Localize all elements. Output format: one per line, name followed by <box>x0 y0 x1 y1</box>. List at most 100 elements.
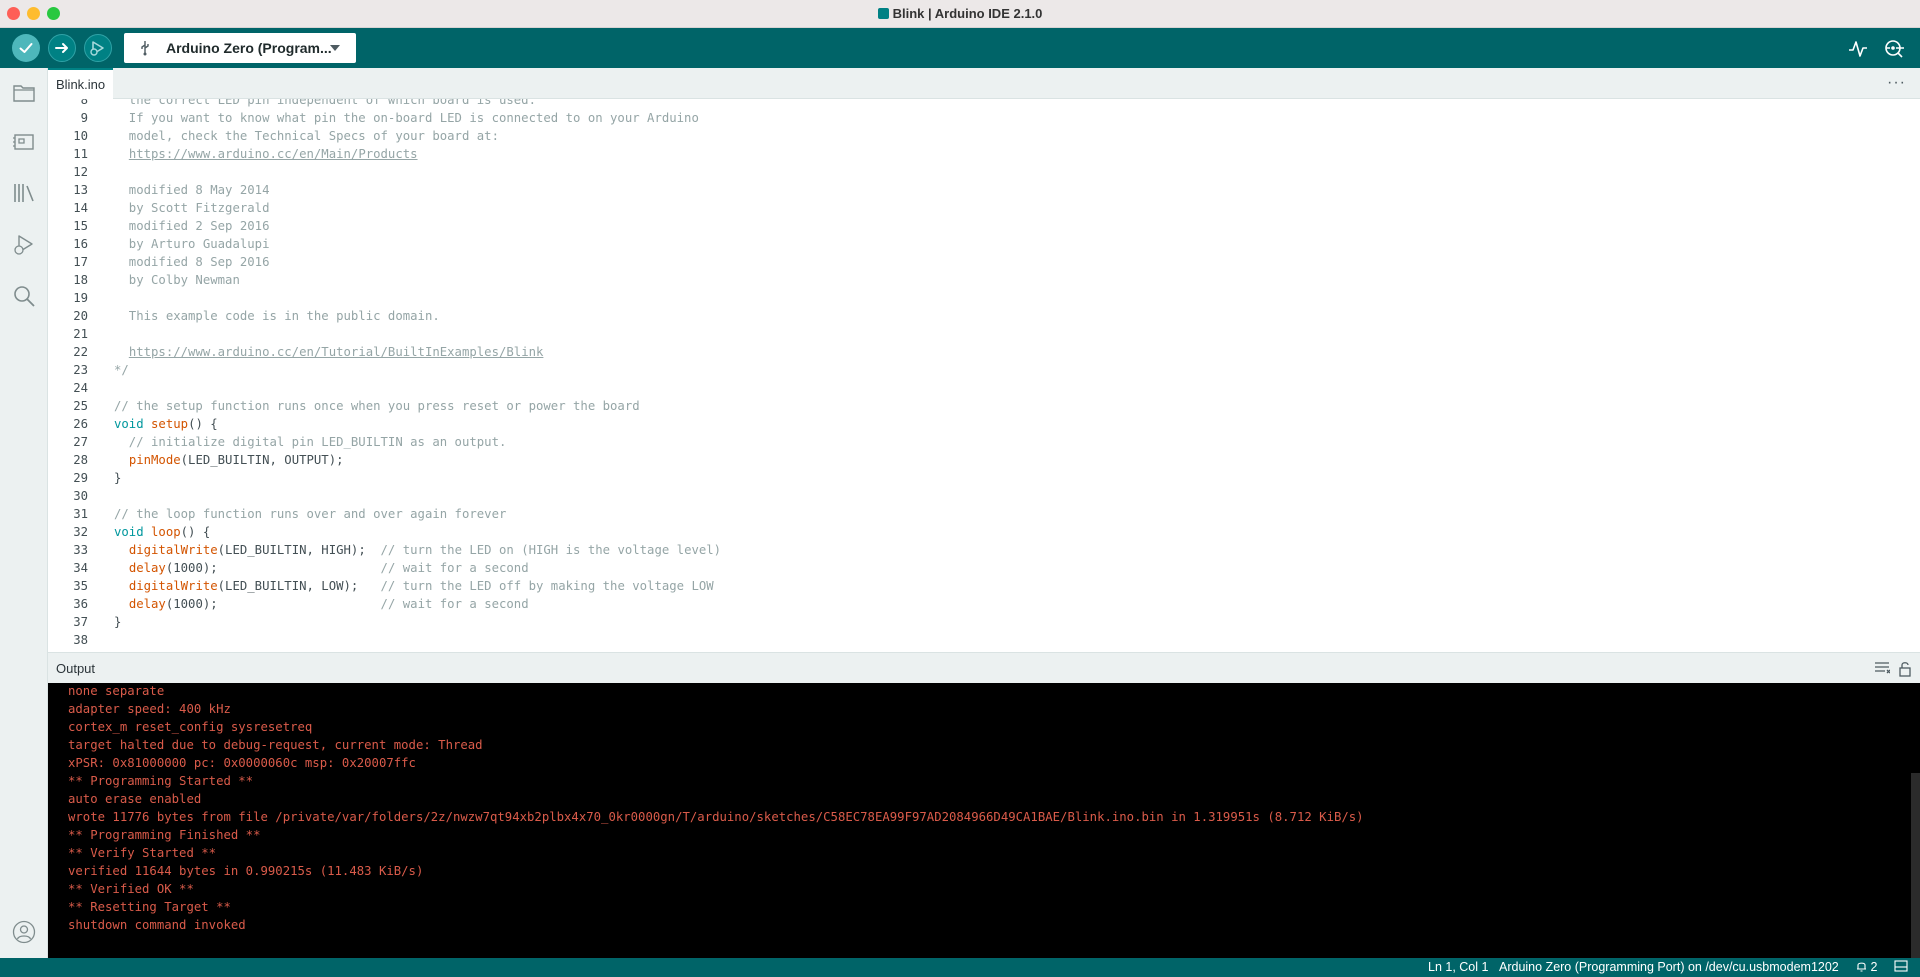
code-link[interactable]: https://www.arduino.cc/en/Tutorial/Built… <box>129 345 544 359</box>
sketchbook-icon[interactable] <box>12 81 36 105</box>
clear-output-icon[interactable] <box>1874 661 1891 680</box>
toggle-panel-icon[interactable] <box>1894 960 1908 975</box>
code-line[interactable]: 37} <box>48 613 1920 631</box>
line-number: 8 <box>80 99 88 107</box>
code-line[interactable]: 10 model, check the Technical Specs of y… <box>48 127 1920 145</box>
code-line[interactable]: 19 <box>48 289 1920 307</box>
line-number: 34 <box>73 561 88 575</box>
library-manager-icon[interactable] <box>12 181 36 205</box>
line-number: 24 <box>73 381 88 395</box>
board-port-status[interactable]: Arduino Zero (Programming Port) on /dev/… <box>1499 960 1839 974</box>
code-token: model, check the Technical Specs of your… <box>114 129 499 143</box>
output-title: Output <box>56 661 96 676</box>
console-line: ** Verified OK ** <box>68 882 194 896</box>
activity-bar <box>0 68 48 958</box>
code-text: If you want to know what pin the on-boar… <box>114 109 699 127</box>
code-token: (1000); <box>165 561 381 575</box>
console-scrollbar[interactable] <box>1911 773 1920 958</box>
code-token: () { <box>180 525 211 539</box>
code-line[interactable]: 26 void setup() { <box>48 415 1920 433</box>
plotter-icon <box>1849 41 1867 57</box>
code-token: digitalWrite <box>128 543 218 557</box>
code-line[interactable]: 25 // the setup function runs once when y… <box>48 397 1920 415</box>
monitor-icon <box>1885 40 1904 58</box>
debug-icon[interactable] <box>12 233 36 257</box>
console-line: verified 11644 bytes in 0.990215s (11.48… <box>68 864 424 878</box>
code-line[interactable]: 14 by Scott Fitzgerald <box>48 199 1920 217</box>
code-line[interactable]: 32 void loop() { <box>48 523 1920 541</box>
code-token: pinMode <box>128 453 181 467</box>
code-text: modified 8 May 2014 <box>114 181 270 199</box>
code-text: delay(1000); // wait for a second <box>114 559 529 577</box>
code-line[interactable]: 9 If you want to know what pin the on-bo… <box>48 109 1920 127</box>
code-line[interactable]: 20 This example code is in the public do… <box>48 307 1920 325</box>
code-line[interactable]: 29} <box>48 469 1920 487</box>
board-selector[interactable]: Arduino Zero (Program... <box>124 33 356 63</box>
code-token: the correct LED pin independent of which… <box>114 99 536 107</box>
code-line[interactable]: 38 <box>48 631 1920 649</box>
code-token: // wait for a second <box>380 561 529 575</box>
notifications-status[interactable]: 2 <box>1856 960 1877 974</box>
upload-button[interactable] <box>48 34 76 62</box>
line-number: 10 <box>73 129 88 143</box>
code-line[interactable]: 23 */ <box>48 361 1920 379</box>
serial-monitor-button[interactable] <box>1882 37 1906 61</box>
code-token: setup <box>151 417 189 431</box>
code-line[interactable]: 12 <box>48 163 1920 181</box>
tab-blink-ino[interactable]: Blink.ino <box>48 68 114 99</box>
bell-icon <box>1857 962 1866 972</box>
code-token: } <box>114 471 122 485</box>
code-token: delay <box>128 561 166 575</box>
code-editor[interactable]: 8 the correct LED pin independent of whi… <box>48 99 1920 652</box>
ellipsis-icon[interactable]: ··· <box>1887 74 1906 92</box>
account-icon[interactable] <box>12 920 36 944</box>
arduino-logo-icon <box>877 8 889 19</box>
code-token: by Arturo Guadalupi <box>114 237 270 251</box>
output-console[interactable]: none separate adapter speed: 400 kHz corte… <box>48 683 1920 958</box>
code-line[interactable]: 16 by Arturo Guadalupi <box>48 235 1920 253</box>
code-token: // turn the LED off by making the voltag… <box>380 579 714 593</box>
line-number: 18 <box>73 273 88 287</box>
code-line[interactable]: 36 delay(1000); // wait for a second <box>48 595 1920 613</box>
verify-button[interactable] <box>12 34 40 62</box>
code-token: // the loop function runs over and over … <box>114 507 507 521</box>
search-icon[interactable] <box>12 284 36 308</box>
code-line[interactable]: 35 digitalWrite(LED_BUILTIN, LOW); // tu… <box>48 577 1920 595</box>
code-line[interactable]: 24 <box>48 379 1920 397</box>
cursor-position[interactable]: Ln 1, Col 1 <box>1428 960 1488 974</box>
usb-icon <box>134 40 156 56</box>
code-line[interactable]: 13 modified 8 May 2014 <box>48 181 1920 199</box>
window-title: Blink | Arduino IDE 2.1.0 <box>0 6 1920 21</box>
code-line[interactable]: 18 by Colby Newman <box>48 271 1920 289</box>
line-number: 21 <box>73 327 88 341</box>
code-line[interactable]: 28 pinMode(LED_BUILTIN, OUTPUT); <box>48 451 1920 469</box>
code-token: // initialize digital pin LED_BUILTIN as… <box>114 435 507 449</box>
line-number: 38 <box>73 633 88 647</box>
code-token: (1000); <box>165 597 381 611</box>
serial-plotter-button[interactable] <box>1846 37 1870 61</box>
scroll-lock-icon[interactable] <box>1898 661 1912 682</box>
debug-button[interactable] <box>84 34 112 62</box>
code-line[interactable]: 15 modified 2 Sep 2016 <box>48 217 1920 235</box>
line-number: 19 <box>73 291 88 305</box>
boards-manager-icon[interactable] <box>12 130 36 154</box>
code-line[interactable]: 22 https://www.arduino.cc/en/Tutorial/Bu… <box>48 343 1920 361</box>
console-line: xPSR: 0x81000000 pc: 0x0000060c msp: 0x2… <box>68 756 416 770</box>
code-line[interactable]: 30 <box>48 487 1920 505</box>
code-line[interactable]: 8 the correct LED pin independent of whi… <box>48 99 1920 109</box>
tab-label: Blink.ino <box>56 77 106 92</box>
code-line[interactable]: 17 modified 8 Sep 2016 <box>48 253 1920 271</box>
code-line[interactable]: 31 // the loop function runs over and ove… <box>48 505 1920 523</box>
code-link[interactable]: https://www.arduino.cc/en/Main/Products <box>129 147 418 161</box>
line-number: 22 <box>73 345 88 359</box>
code-token: } <box>114 615 122 629</box>
code-line[interactable]: 33 digitalWrite(LED_BUILTIN, HIGH); // t… <box>48 541 1920 559</box>
line-number: 15 <box>73 219 88 233</box>
code-text: // the setup function runs once when you… <box>114 397 640 415</box>
console-line: wrote 11776 bytes from file /private/var… <box>68 810 1364 824</box>
code-line[interactable]: 21 <box>48 325 1920 343</box>
code-line[interactable]: 11 https://www.arduino.cc/en/Main/Produc… <box>48 145 1920 163</box>
code-line[interactable]: 27 // initialize digital pin LED_BUILTIN… <box>48 433 1920 451</box>
code-line[interactable]: 34 delay(1000); // wait for a second <box>48 559 1920 577</box>
code-text: digitalWrite(LED_BUILTIN, LOW); // turn … <box>114 577 714 595</box>
